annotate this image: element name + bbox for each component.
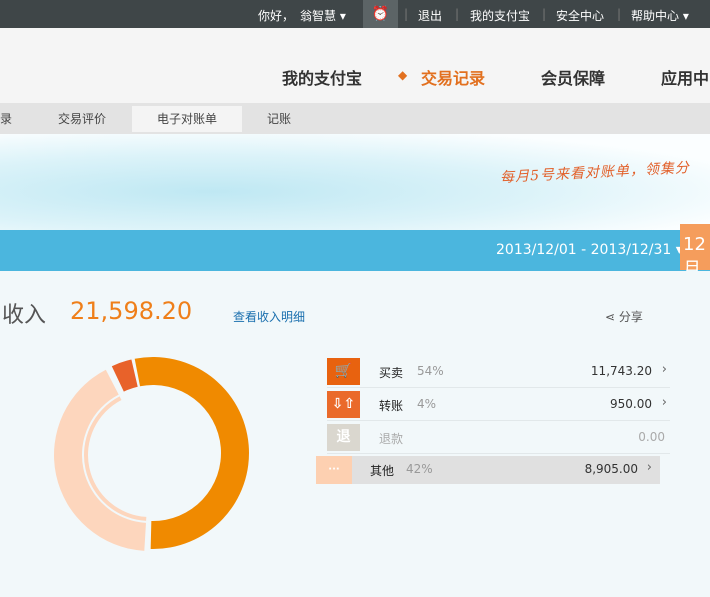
category-name: 其他 — [370, 464, 395, 478]
divider: | — [542, 7, 547, 21]
greeting: 你好， — [258, 9, 295, 23]
security-center-link[interactable]: 安全中心 — [556, 7, 604, 24]
refund-icon: 退 — [327, 424, 360, 451]
income-label: 收入 — [2, 303, 47, 328]
income-donut-chart — [53, 357, 249, 551]
category-percent: 54% — [417, 364, 444, 378]
category-amount: 950.00 — [610, 397, 652, 411]
category-name: 买卖 — [379, 366, 404, 380]
nav-my-alipay[interactable]: 我的支付宝 — [282, 65, 362, 89]
donut-slice-其他[interactable] — [53, 369, 146, 551]
category-percent: 42% — [406, 462, 433, 476]
sub-nav: 录 交易评价 电子对账单 记账 — [0, 103, 710, 134]
share-button[interactable]: ⋖ 分享 — [605, 308, 643, 325]
breakdown-row[interactable]: ··· 其他 42% 8,905.00 › — [316, 456, 660, 484]
chevron-right-icon: › — [661, 362, 667, 377]
more-icon: ··· — [316, 456, 352, 484]
cart-icon: 🛒 — [327, 358, 360, 385]
breakdown-row[interactable]: ⇩⇧ 转账 4% 950.00 › — [327, 388, 670, 421]
subnav-bookkeeping[interactable]: 记账 — [267, 110, 291, 127]
divider: | — [617, 7, 622, 21]
donut-slice-买卖[interactable] — [134, 357, 249, 549]
divider: | — [455, 7, 460, 21]
chevron-right-icon: › — [661, 395, 667, 410]
top-bar: 你好， 翁智慧 ▾ ⏰ | 退出 | 我的支付宝 | 安全中心 | 帮助中心 ▾ — [0, 0, 710, 28]
user-name: 翁智慧 — [300, 9, 337, 23]
donut-slice-转账[interactable] — [111, 359, 138, 392]
subnav-statement[interactable]: 电子对账单 — [132, 106, 242, 132]
income-detail-link[interactable]: 查看收入明细 — [233, 308, 305, 325]
subnav-reviews[interactable]: 交易评价 — [58, 110, 106, 127]
month-badge: 12月 — [680, 224, 710, 280]
help-label: 帮助中心 — [631, 9, 680, 23]
my-alipay-link[interactable]: 我的支付宝 — [470, 7, 530, 24]
income-total: 21,598.20 — [70, 297, 193, 325]
divider: | — [404, 7, 409, 21]
category-amount: 8,905.00 — [584, 462, 638, 476]
user-menu[interactable]: 翁智慧 ▾ — [300, 7, 346, 24]
date-bar: 2013/12/01 - 2013/12/31 ▾ — [0, 230, 710, 271]
nav-apps[interactable]: 应用中 — [661, 65, 709, 89]
chevron-right-icon: › — [646, 460, 652, 475]
category-name: 退款 — [379, 432, 404, 446]
breakdown-row[interactable]: 🛒 买卖 54% 11,743.20 › — [327, 355, 670, 388]
category-amount: 0.00 — [638, 430, 665, 444]
share-label: 分享 — [618, 310, 643, 324]
date-range: 2013/12/01 - 2013/12/31 — [496, 242, 672, 258]
help-center-menu[interactable]: 帮助中心 ▾ — [631, 7, 689, 24]
share-icon: ⋖ — [605, 310, 616, 324]
category-name: 转账 — [379, 399, 404, 413]
transfer-icon: ⇩⇧ — [327, 391, 360, 418]
breakdown-row: 退 退款 0.00 — [327, 421, 670, 454]
category-amount: 11,743.20 — [590, 364, 652, 378]
banner — [0, 134, 710, 230]
nav-transactions[interactable]: 交易记录 — [421, 65, 485, 89]
logout-link[interactable]: 退出 — [418, 7, 442, 24]
category-percent: 4% — [417, 397, 437, 411]
alarm-clock-icon[interactable]: ⏰ — [363, 0, 398, 28]
main-nav: 我的支付宝 ◆ 交易记录 会员保障 应用中 — [0, 28, 710, 103]
active-diamond-icon: ◆ — [398, 68, 408, 82]
date-range-select[interactable]: 2013/12/01 - 2013/12/31 ▾ — [496, 242, 683, 258]
subnav-records[interactable]: 录 — [0, 110, 12, 127]
nav-protection[interactable]: 会员保障 — [541, 65, 605, 89]
